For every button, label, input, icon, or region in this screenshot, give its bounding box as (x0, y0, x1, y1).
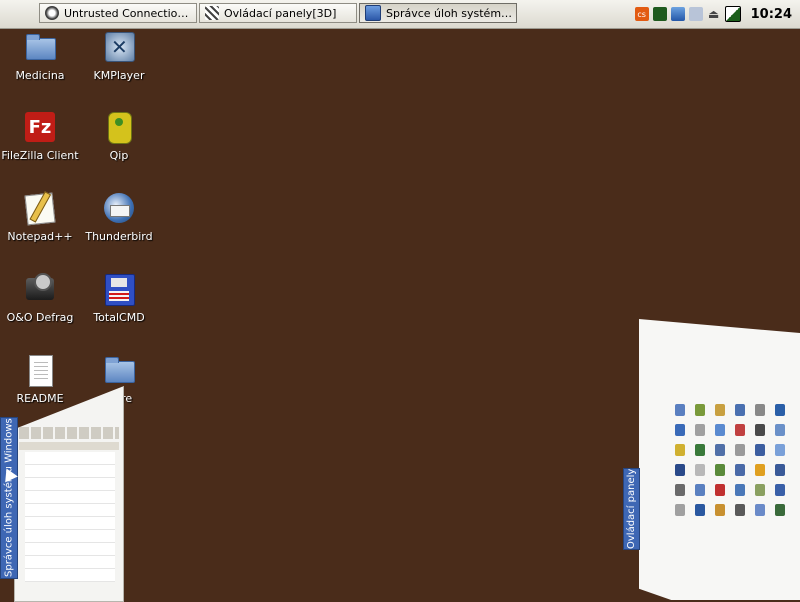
folder-icon (102, 353, 136, 387)
control-panel-item-icon[interactable] (775, 444, 785, 456)
taskbar-button-control-panel-3d[interactable]: Ovládací panely[3D] (199, 3, 357, 23)
control-panel-item-icon[interactable] (675, 424, 685, 436)
control-panel-item-icon[interactable] (755, 504, 765, 516)
control-panel-item-icon[interactable] (775, 484, 785, 496)
control-panel-item-icon[interactable] (695, 404, 705, 416)
desktop-icon-thunderbird[interactable]: Thunderbird (79, 191, 159, 243)
control-panel-item-icon[interactable] (675, 444, 685, 456)
green-square-icon[interactable] (652, 7, 667, 21)
control-panel-item-icon[interactable] (675, 484, 685, 496)
oodefrag-icon (23, 272, 57, 306)
window-tab-label: Ovládací panely (626, 468, 637, 550)
control-panel-item-icon[interactable] (775, 464, 785, 476)
process-list (25, 452, 115, 582)
user-icon[interactable] (688, 7, 703, 21)
document-icon (23, 353, 57, 387)
desktop-icon-label: FileZilla Client (1, 149, 79, 162)
folder-icon (23, 30, 57, 64)
battery-icon[interactable] (724, 6, 741, 22)
taskbar-button-untrusted-connection[interactable]: Untrusted Connectio… (39, 3, 197, 23)
control-panel-3d-window[interactable] (639, 319, 800, 600)
window-tab-label: Správce úloh systému Windows (3, 418, 15, 578)
control-panel-item-icon[interactable] (715, 444, 725, 456)
control-panel-item-icon[interactable] (735, 464, 745, 476)
control-panel-icon (205, 6, 219, 20)
taskbar-button-label: Untrusted Connectio… (64, 6, 189, 20)
task-manager-3d-window[interactable] (14, 386, 124, 602)
desktop-icon-filezilla[interactable]: Fz FileZilla Client (0, 110, 80, 162)
network-icon[interactable] (670, 7, 685, 21)
control-panel-item-icon[interactable] (695, 424, 705, 436)
control-panel-item-icon[interactable] (755, 484, 765, 496)
taskbar: Untrusted Connectio… Ovládací panely[3D]… (0, 0, 800, 29)
control-panel-item-icon[interactable] (735, 424, 745, 436)
desktop-icon-label: Qip (109, 149, 129, 162)
table-header (19, 442, 119, 450)
control-panel-item-icon[interactable] (675, 404, 685, 416)
control-panel-item-icon[interactable] (775, 424, 785, 436)
firefox-icon (45, 6, 59, 20)
cs-icon[interactable]: cs (634, 7, 649, 21)
control-panel-item-icon[interactable] (755, 424, 765, 436)
control-panel-item-icon[interactable] (775, 404, 785, 416)
control-panel-item-icon[interactable] (735, 444, 745, 456)
control-panel-item-icon[interactable] (715, 424, 725, 436)
totalcmd-icon (102, 272, 136, 306)
control-panel-item-icon[interactable] (675, 504, 685, 516)
thunderbird-icon (102, 191, 136, 225)
qip-icon (102, 110, 136, 144)
desktop-icon-label: O&O Defrag (6, 311, 74, 324)
desktop-icon-label: TotalCMD (93, 311, 145, 324)
desktop-icon-kmplayer[interactable]: KMPlayer (79, 30, 159, 82)
control-panel-item-icon[interactable] (735, 484, 745, 496)
desktop-icon-label: KMPlayer (93, 69, 145, 82)
control-panel-item-icon[interactable] (715, 404, 725, 416)
control-panel-item-icon[interactable] (695, 464, 705, 476)
window-toolbar (19, 427, 119, 439)
filezilla-icon: Fz (23, 110, 57, 144)
desktop-icon-label: Thunderbird (85, 230, 153, 243)
taskbar-button-label: Ovládací panely[3D] (224, 6, 337, 20)
control-panel-item-icon[interactable] (735, 404, 745, 416)
task-manager-icon (365, 5, 381, 21)
desktop-icon-qip[interactable]: Qip (79, 110, 159, 162)
taskbar-button-task-manager[interactable]: Správce úloh systém… (359, 3, 517, 23)
desktop-icon-label: README (16, 392, 64, 405)
clock[interactable]: 10:24 (751, 7, 792, 22)
desktop-icon-oodefrag[interactable]: O&O Defrag (0, 272, 80, 324)
desktop-icon-label: Notepad++ (7, 230, 73, 243)
window-tab-task-manager[interactable]: Správce úloh systému Windows (0, 417, 18, 579)
control-panel-item-icon[interactable] (675, 464, 685, 476)
control-panel-item-icon[interactable] (715, 464, 725, 476)
kmplayer-icon (102, 30, 136, 64)
control-panel-item-icon[interactable] (695, 504, 705, 516)
desktop-icon-totalcmd[interactable]: TotalCMD (79, 272, 159, 324)
window-tab-control-panel[interactable]: Ovládací panely (623, 468, 640, 550)
control-panel-item-icon[interactable] (695, 444, 705, 456)
control-panel-item-icon[interactable] (775, 504, 785, 516)
system-tray: cs ⏏ 10:24 (634, 3, 800, 25)
eject-icon[interactable]: ⏏ (707, 7, 721, 21)
control-panel-item-icon[interactable] (715, 504, 725, 516)
control-panel-item-icon[interactable] (755, 464, 765, 476)
control-panel-item-icon[interactable] (755, 404, 765, 416)
control-panel-item-icon[interactable] (755, 444, 765, 456)
control-panel-item-icon[interactable] (715, 484, 725, 496)
control-panel-item-icon[interactable] (695, 484, 705, 496)
control-panel-icon-grid (675, 404, 795, 594)
desktop-icon-label: Medicina (15, 69, 65, 82)
desktop-icon-readme[interactable]: README (0, 353, 80, 405)
control-panel-item-icon[interactable] (735, 504, 745, 516)
taskbar-button-label: Správce úloh systém… (386, 6, 513, 20)
notepadpp-icon (23, 191, 57, 226)
desktop-icon-medicina[interactable]: Medicina (0, 30, 80, 82)
desktop-icon-notepadpp[interactable]: Notepad++ (0, 191, 80, 243)
